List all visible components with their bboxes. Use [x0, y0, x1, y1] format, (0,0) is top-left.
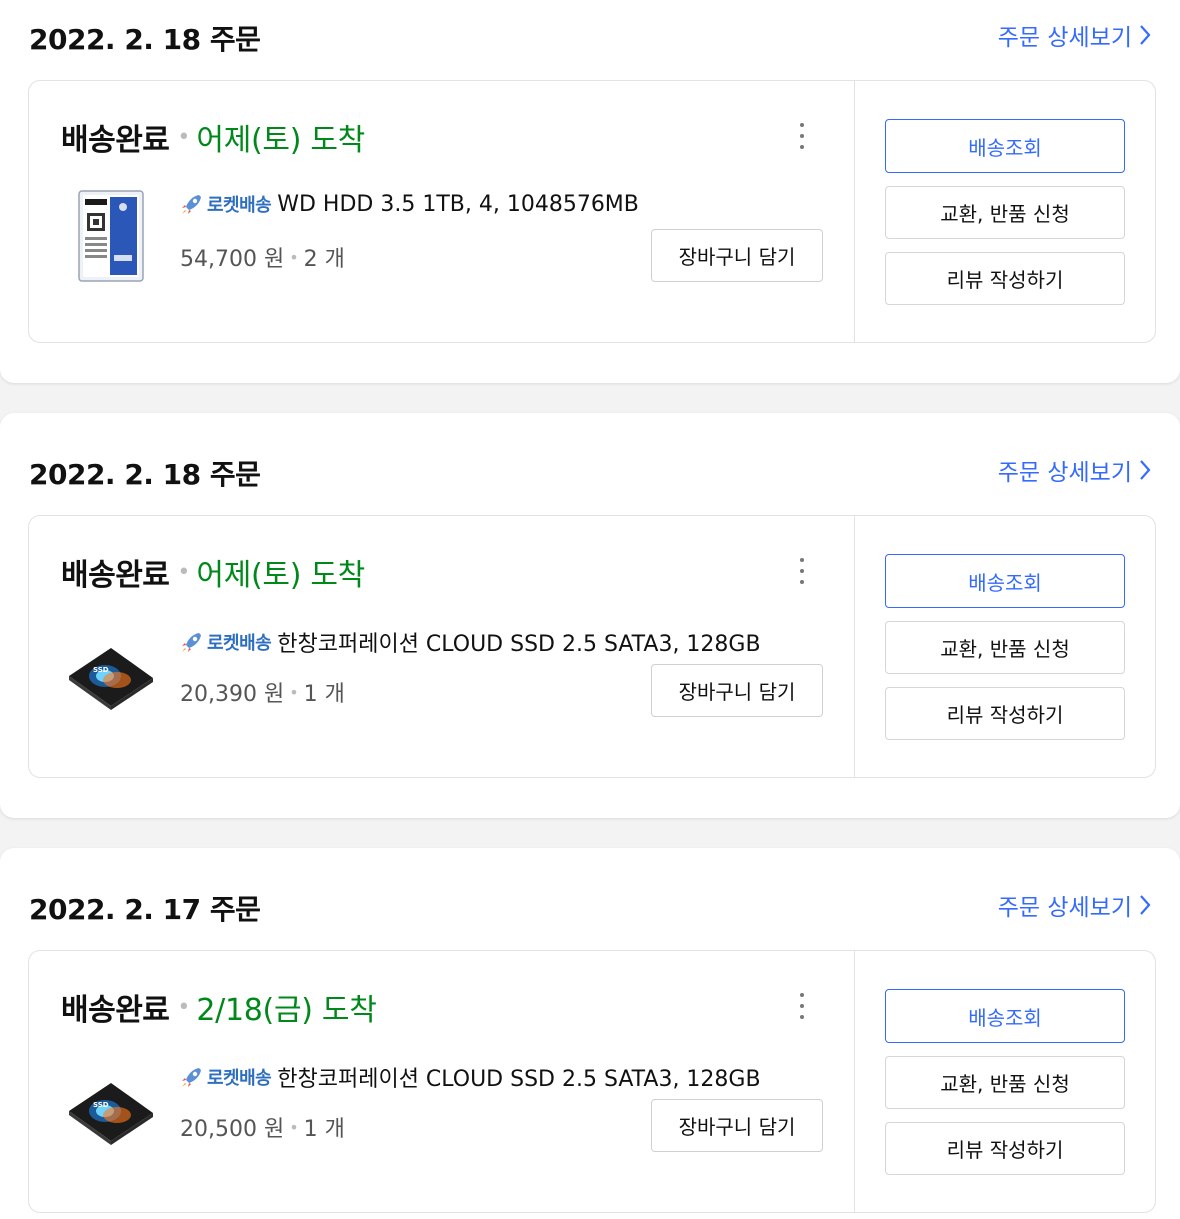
delivery-status: 배송완료 • 2/18(금) 도착	[61, 985, 377, 1029]
track-delivery-button[interactable]: 배송조회	[885, 554, 1125, 608]
quantity: 1 개	[303, 682, 345, 707]
order-detail-label: 주문 상세보기	[997, 895, 1132, 921]
quantity: 1 개	[303, 1117, 345, 1142]
separator-dot: •	[177, 559, 191, 585]
rocket-icon	[182, 633, 201, 652]
more-options-icon[interactable]	[791, 556, 813, 586]
svg-text:SSD: SSD	[93, 1101, 109, 1109]
arrival-text: 어제(토) 도착	[196, 558, 365, 593]
separator-dot: •	[177, 994, 191, 1020]
chevron-right-icon	[1140, 25, 1151, 45]
status-label: 배송완료	[61, 558, 170, 593]
delivery-status: 배송완료 • 어제(토) 도착	[61, 550, 365, 594]
write-review-button[interactable]: 리뷰 작성하기	[885, 1122, 1125, 1175]
svg-text:SSD: SSD	[93, 666, 109, 674]
price-quantity: 20,500 원 • 1 개	[180, 1111, 345, 1143]
hdd-image[interactable]	[65, 185, 155, 285]
product-title[interactable]: 한창코퍼레이션 CLOUD SSD 2.5 SATA3, 128GB	[277, 626, 760, 658]
order-actions: 배송조회 교환, 반품 신청 리뷰 작성하기	[855, 516, 1157, 777]
order-actions: 배송조회 교환, 반품 신청 리뷰 작성하기	[855, 951, 1157, 1212]
price: 20,390 원	[180, 682, 285, 707]
write-review-button[interactable]: 리뷰 작성하기	[885, 252, 1125, 305]
order-detail-link[interactable]: 주문 상세보기	[998, 888, 1152, 922]
rocket-delivery-label: 로켓배송	[207, 633, 272, 654]
separator-dot: •	[289, 1117, 299, 1137]
arrival-text: 어제(토) 도착	[196, 123, 365, 158]
order-detail-label: 주문 상세보기	[997, 460, 1132, 486]
order-block: 2022. 2. 18 주문 주문 상세보기 배송완료 • 어제(토) 도착 S…	[0, 413, 1180, 818]
order-detail-label: 주문 상세보기	[997, 25, 1132, 51]
order-card-main: 배송완료 • 어제(토) 도착 SSD 로켓배송 한창코퍼레이션 CLOUD S…	[29, 516, 855, 777]
quantity: 2 개	[303, 247, 345, 272]
more-options-icon[interactable]	[791, 991, 813, 1021]
ssd-image[interactable]: SSD	[65, 620, 155, 720]
track-delivery-button[interactable]: 배송조회	[885, 119, 1125, 173]
order-block: 2022. 2. 17 주문 주문 상세보기 배송완료 • 2/18(금) 도착…	[0, 848, 1180, 1219]
product-name-row[interactable]: 로켓배송 WD HDD 3.5 1TB, 4, 1048576MB	[179, 191, 639, 217]
ssd-image[interactable]: SSD	[65, 1055, 155, 1155]
product-title[interactable]: 한창코퍼레이션 CLOUD SSD 2.5 SATA3, 128GB	[277, 1061, 760, 1093]
rocket-delivery-badge: 로켓배송	[179, 1064, 272, 1090]
order-date: 2022. 2. 18 주문	[29, 458, 261, 491]
delivery-status: 배송완료 • 어제(토) 도착	[61, 115, 365, 159]
order-actions: 배송조회 교환, 반품 신청 리뷰 작성하기	[855, 81, 1157, 342]
separator-dot: •	[177, 124, 191, 150]
exchange-return-button[interactable]: 교환, 반품 신청	[885, 186, 1125, 239]
write-review-button[interactable]: 리뷰 작성하기	[885, 687, 1125, 740]
rocket-delivery-badge: 로켓배송	[179, 629, 272, 655]
add-to-cart-button[interactable]: 장바구니 담기	[651, 1099, 823, 1152]
order-card: 배송완료 • 2/18(금) 도착 SSD 로켓배송 한창코퍼레이션 CLOUD…	[28, 950, 1156, 1213]
status-label: 배송완료	[61, 123, 170, 158]
order-card-main: 배송완료 • 어제(토) 도착 로켓배송 WD HDD 3.5 1TB, 4, …	[29, 81, 855, 342]
exchange-return-button[interactable]: 교환, 반품 신청	[885, 621, 1125, 674]
exchange-return-button[interactable]: 교환, 반품 신청	[885, 1056, 1125, 1109]
price-quantity: 20,390 원 • 1 개	[180, 676, 345, 708]
rocket-delivery-badge: 로켓배송	[179, 191, 272, 217]
product-name-row[interactable]: 로켓배송 한창코퍼레이션 CLOUD SSD 2.5 SATA3, 128GB	[179, 626, 761, 658]
arrival-text: 2/18(금) 도착	[196, 993, 377, 1028]
price: 54,700 원	[180, 247, 285, 272]
price-quantity: 54,700 원 • 2 개	[180, 241, 345, 273]
rocket-delivery-label: 로켓배송	[207, 1068, 272, 1089]
separator-dot: •	[289, 247, 299, 267]
chevron-right-icon	[1140, 895, 1151, 915]
product-title[interactable]: WD HDD 3.5 1TB, 4, 1048576MB	[277, 192, 639, 217]
order-card: 배송완료 • 어제(토) 도착 로켓배송 WD HDD 3.5 1TB, 4, …	[28, 80, 1156, 343]
separator-dot: •	[289, 682, 299, 702]
more-options-icon[interactable]	[791, 121, 813, 151]
order-card-main: 배송완료 • 2/18(금) 도착 SSD 로켓배송 한창코퍼레이션 CLOUD…	[29, 951, 855, 1212]
order-detail-link[interactable]: 주문 상세보기	[998, 18, 1152, 52]
order-card: 배송완료 • 어제(토) 도착 SSD 로켓배송 한창코퍼레이션 CLOUD S…	[28, 515, 1156, 778]
add-to-cart-button[interactable]: 장바구니 담기	[651, 664, 823, 717]
status-label: 배송완료	[61, 993, 170, 1028]
rocket-icon	[182, 195, 201, 214]
rocket-icon	[182, 1068, 201, 1087]
price: 20,500 원	[180, 1117, 285, 1142]
order-detail-link[interactable]: 주문 상세보기	[998, 453, 1152, 487]
track-delivery-button[interactable]: 배송조회	[885, 989, 1125, 1043]
order-block: 2022. 2. 18 주문 주문 상세보기 배송완료 • 어제(토) 도착 로…	[0, 0, 1180, 383]
rocket-delivery-label: 로켓배송	[207, 195, 272, 216]
chevron-right-icon	[1140, 460, 1151, 480]
order-date: 2022. 2. 17 주문	[29, 893, 261, 926]
product-name-row[interactable]: 로켓배송 한창코퍼레이션 CLOUD SSD 2.5 SATA3, 128GB	[179, 1061, 761, 1093]
add-to-cart-button[interactable]: 장바구니 담기	[651, 229, 823, 282]
order-date: 2022. 2. 18 주문	[29, 23, 261, 56]
